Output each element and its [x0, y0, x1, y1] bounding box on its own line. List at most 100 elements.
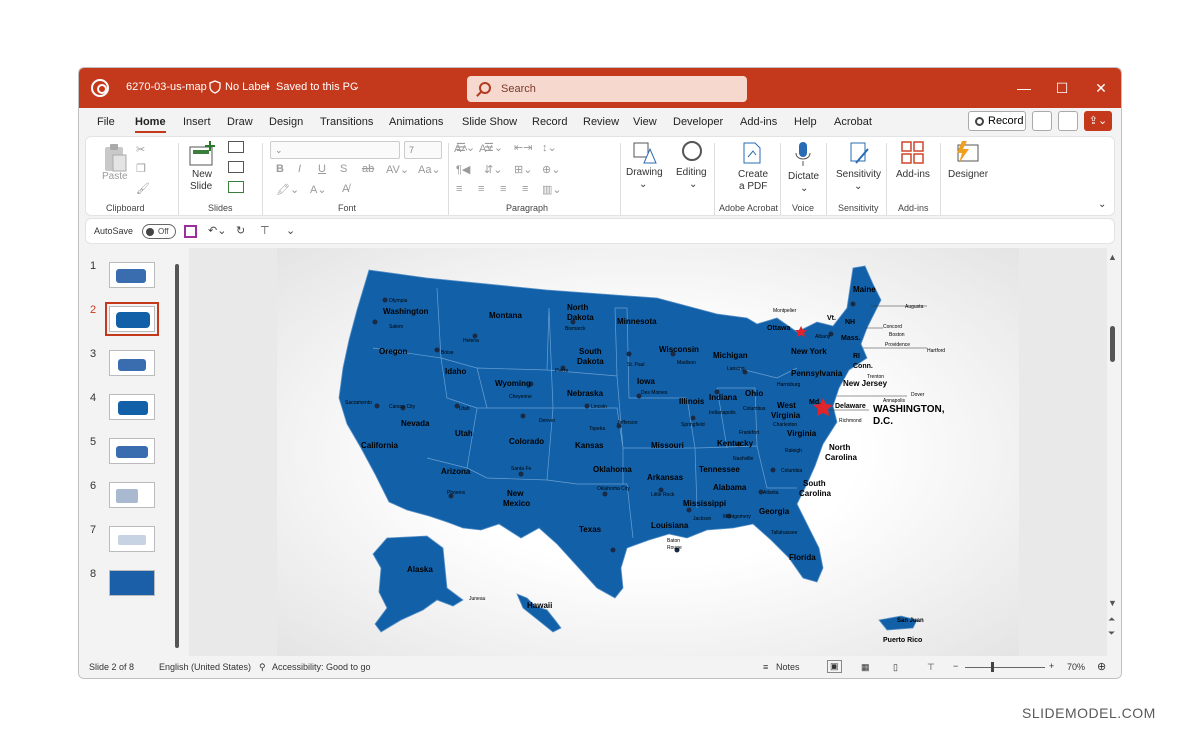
- smartart-icon[interactable]: ⊕⌄: [542, 163, 560, 176]
- new-slide-icon[interactable]: [188, 141, 216, 167]
- language-status[interactable]: English (United States): [159, 662, 251, 672]
- slide-thumbnail-7[interactable]: [109, 526, 155, 552]
- drawing-label[interactable]: Drawing: [626, 167, 663, 178]
- slide-thumbnail-8[interactable]: [109, 570, 155, 596]
- slide-thumbnail-5[interactable]: [109, 438, 155, 464]
- section-icon[interactable]: [228, 181, 244, 193]
- notes-button[interactable]: Notes: [776, 662, 800, 672]
- text-direction-icon[interactable]: ⇵⌄: [484, 163, 502, 176]
- tab-file[interactable]: File: [97, 116, 115, 128]
- columns-icon[interactable]: ▥⌄: [542, 183, 562, 196]
- reset-icon[interactable]: [228, 161, 244, 173]
- present-icon[interactable]: ⊤: [260, 224, 270, 237]
- collapse-ribbon-icon[interactable]: ⌄: [1098, 199, 1106, 210]
- add-ins-label[interactable]: Add-ins: [896, 169, 930, 180]
- change-case-icon[interactable]: Aa⌄: [418, 163, 441, 176]
- thumbnails-scrollbar[interactable]: [175, 264, 179, 648]
- slideshow-icon[interactable]: ⊤: [927, 662, 935, 673]
- align-text-icon[interactable]: ⊞⌄: [514, 163, 532, 176]
- autosave-toggle[interactable]: Off: [142, 224, 176, 239]
- align-right-icon[interactable]: ≡: [500, 183, 506, 195]
- paste-label[interactable]: Paste: [102, 171, 128, 182]
- shapes-icon[interactable]: [632, 141, 658, 165]
- tab-home[interactable]: Home: [135, 116, 166, 133]
- next-slide-icon[interactable]: ⏷: [1108, 628, 1115, 639]
- dictate-label[interactable]: Dictate: [788, 171, 819, 182]
- cut-icon[interactable]: ✂: [136, 143, 145, 156]
- line-spacing-icon[interactable]: ↕⌄: [542, 141, 557, 154]
- close-button[interactable]: ✕: [1091, 78, 1111, 98]
- rtl-icon[interactable]: ¶◀: [456, 163, 470, 176]
- designer-icon[interactable]: [954, 141, 980, 165]
- create-pdf-icon[interactable]: [742, 141, 762, 165]
- format-painter-icon[interactable]: 🖌: [136, 182, 150, 195]
- shadow-icon[interactable]: S: [340, 163, 347, 175]
- fit-slide-icon[interactable]: ⊕: [1097, 660, 1106, 673]
- tab-record[interactable]: Record: [532, 116, 567, 128]
- italic-icon[interactable]: I: [298, 163, 301, 175]
- chevron-down-icon[interactable]: ⌄: [689, 179, 697, 190]
- record-button[interactable]: Record: [968, 111, 1026, 131]
- tab-design[interactable]: Design: [269, 116, 303, 128]
- clear-formatting-icon[interactable]: A̸: [342, 183, 349, 195]
- slide-scrollbar[interactable]: [1110, 326, 1115, 362]
- share-button[interactable]: ⇪⌄: [1084, 111, 1112, 131]
- zoom-slider-knob[interactable]: [991, 662, 994, 672]
- tab-transitions[interactable]: Transitions: [320, 116, 373, 128]
- numbering-icon[interactable]: ☰⌄: [484, 141, 503, 154]
- save-icon[interactable]: [184, 225, 197, 238]
- tab-view[interactable]: View: [633, 116, 657, 128]
- scroll-up-icon[interactable]: ▲: [1108, 252, 1117, 262]
- tab-slide-show[interactable]: Slide Show: [462, 116, 517, 128]
- editing-label[interactable]: Editing: [676, 167, 707, 178]
- customize-qat-icon[interactable]: ⌄: [286, 224, 295, 237]
- tab-review[interactable]: Review: [583, 116, 619, 128]
- bullets-icon[interactable]: ☰⌄: [456, 141, 475, 154]
- redo-icon[interactable]: ↻: [236, 224, 245, 237]
- slide-thumbnail-1[interactable]: [109, 262, 155, 288]
- chevron-down-icon[interactable]: ⌄: [800, 183, 808, 194]
- justify-icon[interactable]: ≡: [522, 183, 528, 195]
- chevron-down-icon[interactable]: ⌄: [854, 181, 862, 192]
- scroll-down-icon[interactable]: ▼: [1108, 598, 1117, 608]
- microphone-icon[interactable]: [794, 141, 812, 167]
- minimize-button[interactable]: —: [1014, 78, 1034, 98]
- save-status[interactable]: Saved to this PC: [276, 81, 358, 93]
- zoom-slider[interactable]: [965, 667, 1045, 668]
- sensitivity-label-btn[interactable]: Sensitivity: [836, 169, 881, 180]
- maximize-button[interactable]: ☐: [1052, 78, 1072, 98]
- normal-view-icon[interactable]: ▣: [827, 660, 842, 673]
- zoom-out-icon[interactable]: −: [953, 661, 958, 671]
- reading-view-icon[interactable]: ▯: [893, 662, 898, 673]
- sensitivity-icon[interactable]: [848, 141, 870, 165]
- camera-button[interactable]: [1032, 111, 1052, 131]
- tab-animations[interactable]: Animations: [389, 116, 443, 128]
- copy-icon[interactable]: ❐: [136, 162, 146, 175]
- character-spacing-icon[interactable]: AV⌄: [386, 163, 409, 176]
- accessibility-status[interactable]: Accessibility: Good to go: [272, 662, 371, 672]
- font-size-dropdown[interactable]: 7: [404, 141, 442, 159]
- chevron-down-icon[interactable]: ⌄: [639, 179, 647, 190]
- tab-developer[interactable]: Developer: [673, 116, 723, 128]
- highlight-icon[interactable]: 🖍⌄: [276, 183, 299, 196]
- underline-icon[interactable]: U: [318, 163, 326, 175]
- undo-icon[interactable]: ↶⌄: [208, 224, 226, 237]
- sensitivity-label[interactable]: No Label: [225, 81, 269, 93]
- find-icon[interactable]: [682, 141, 702, 161]
- slide-sorter-icon[interactable]: ▦: [861, 662, 870, 673]
- slide-thumbnail-3[interactable]: [109, 350, 155, 376]
- chevron-down-icon[interactable]: ⌄: [352, 81, 360, 92]
- comments-button[interactable]: [1058, 111, 1078, 131]
- tab-draw[interactable]: Draw: [227, 116, 253, 128]
- designer-label[interactable]: Designer: [948, 169, 988, 180]
- slide-thumbnail-4[interactable]: [109, 394, 155, 420]
- add-ins-icon[interactable]: [901, 141, 925, 165]
- indent-icon[interactable]: ⇤⇥: [514, 141, 532, 154]
- font-family-dropdown[interactable]: ⌄: [270, 141, 400, 159]
- zoom-level[interactable]: 70%: [1067, 662, 1085, 672]
- bold-icon[interactable]: B: [276, 163, 284, 175]
- previous-slide-icon[interactable]: ⏶: [1108, 614, 1115, 625]
- search-box[interactable]: Search: [467, 76, 747, 102]
- font-color-icon[interactable]: A⌄: [310, 183, 327, 196]
- current-slide[interactable]: Washington Olympia Salem Oregon Montana …: [277, 248, 1019, 656]
